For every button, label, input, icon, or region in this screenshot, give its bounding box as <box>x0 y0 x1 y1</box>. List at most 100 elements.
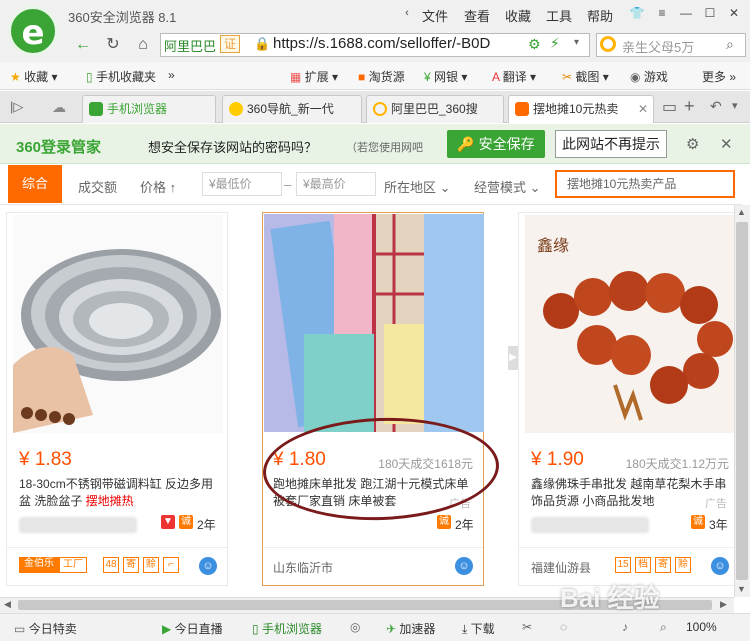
min-price-input[interactable]: ¥最低价 <box>202 172 282 196</box>
today-deals[interactable]: ▭ 今日特卖 <box>14 620 77 637</box>
mode-filter[interactable]: 经营模式 ⌄ <box>474 177 541 196</box>
cloud-icon[interactable]: ☁ <box>52 99 66 116</box>
menu-favorites[interactable]: 收藏 <box>505 6 531 25</box>
save-password-button[interactable]: 🔑 安全保存 <box>447 130 545 158</box>
scroll-up-icon[interactable]: ▲ <box>737 207 746 217</box>
zoom-icon[interactable]: ⌕ <box>660 620 667 635</box>
settings-icon[interactable]: ⚙ <box>686 135 699 153</box>
search-engine-icon[interactable] <box>600 36 616 52</box>
product-title[interactable]: 18-30cm不锈钢带磁调料缸 反边多用盆 洗脸盆子 摆地摊热 <box>19 476 219 510</box>
speaker-icon[interactable]: ♪ <box>622 620 628 634</box>
chat-icon[interactable]: ☺ <box>199 557 217 575</box>
minimize-icon[interactable]: — <box>675 4 697 22</box>
product-card[interactable]: ¥ 1.83 18-30cm不锈钢带磁调料缸 反边多用盆 洗脸盆子 摆地摊热 ▼… <box>6 212 228 586</box>
service-badge: 赊 <box>675 557 691 573</box>
restore-tab-icon[interactable]: ↶ <box>710 98 722 115</box>
menu-icon[interactable]: ≡ <box>651 4 673 22</box>
today-live-label: 今日直播 <box>174 622 223 636</box>
phone-icon: ▯ <box>86 70 93 84</box>
product-title[interactable]: 鑫缘佛珠手串批发 越南草花梨木手串饰品货源 小商品批发地 <box>531 476 731 510</box>
bookmark-mobile[interactable]: ▯ 手机收藏夹 <box>86 68 156 85</box>
region-filter[interactable]: 所在地区 ⌄ <box>384 177 451 196</box>
product-card[interactable]: 鑫缘 ¥ 1.90 180天成交1.12万元 鑫缘佛珠手串批发 越南草花梨木手串… <box>518 212 740 586</box>
speed-icon[interactable]: ⚡ <box>550 35 560 52</box>
scroll-right-icon[interactable]: ▶ <box>720 599 727 610</box>
plus-icon <box>229 102 243 116</box>
max-price-input[interactable]: ¥最高价 <box>296 172 376 196</box>
ad-label: 广告 <box>705 498 727 510</box>
back-icon[interactable]: ← <box>72 34 94 56</box>
chat-icon[interactable]: ☺ <box>455 557 473 575</box>
accelerator[interactable]: ✈ 加速器 <box>386 620 435 637</box>
product-search-input[interactable]: 摆地摊10元热卖产品 <box>555 170 735 198</box>
cert-badge[interactable]: 证 <box>220 35 240 53</box>
maximize-icon[interactable]: ☐ <box>699 4 721 22</box>
bookmark-translate[interactable]: A 翻译 ▾ <box>492 68 536 85</box>
tab-label: 手机浏览器 <box>107 102 168 116</box>
carousel-next-icon[interactable]: ▶ <box>508 346 518 370</box>
sort-volume[interactable]: 成交额 <box>78 177 117 196</box>
tab-list-icon[interactable]: ▭ <box>662 97 677 117</box>
vertical-scroll-thumb[interactable] <box>736 222 748 580</box>
save-password-label: 安全保存 <box>478 136 535 152</box>
menu-file[interactable]: 文件 <box>422 6 448 25</box>
dropdown-icon[interactable]: ▾ <box>574 37 579 48</box>
product-image[interactable] <box>13 215 223 433</box>
phone-icon <box>89 102 103 116</box>
bookmark-games[interactable]: ◉ 游戏 <box>630 68 668 85</box>
bookmark-more-arrow[interactable]: » <box>168 68 175 82</box>
tab-360-nav[interactable]: 360导航_新一代 <box>222 95 362 123</box>
search-icon[interactable]: ⌕ <box>726 36 734 53</box>
today-live[interactable]: ▶ 今日直播 <box>162 620 223 637</box>
bookmark-extensions[interactable]: ▦ 扩展 ▾ <box>290 68 338 85</box>
url-text[interactable]: https://s.1688.com/selloffer/-B0D <box>273 35 490 52</box>
member-years: 2年 <box>455 518 474 532</box>
menu-view[interactable]: 查看 <box>464 6 490 25</box>
home-icon[interactable]: ⌂ <box>132 34 154 56</box>
app-title: 360安全浏览器 8.1 <box>68 10 177 25</box>
tab-current[interactable]: 摆地摊10元热卖 ✕ <box>508 95 654 123</box>
security-icon[interactable]: ⚙ <box>528 36 541 53</box>
never-remind-button[interactable]: 此网站不再提示 <box>555 130 667 158</box>
scissors-icon[interactable]: ✂ <box>522 620 532 634</box>
menu-help[interactable]: 帮助 <box>587 6 613 25</box>
bookmark-bank[interactable]: ¥ 网银 ▾ <box>424 68 467 85</box>
menu-tools[interactable]: 工具 <box>546 6 572 25</box>
scroll-left-icon[interactable]: ◀ <box>4 599 11 610</box>
tab-close-icon[interactable]: ✕ <box>638 96 648 122</box>
star-icon: ★ <box>10 70 21 84</box>
shop-icon: ■ <box>358 70 366 84</box>
compat-icon[interactable]: ◎ <box>350 620 360 634</box>
product-image[interactable]: 鑫缘 <box>525 215 735 433</box>
sort-price-label: 价格 <box>140 180 167 195</box>
refresh-icon[interactable]: ↻ <box>102 34 124 56</box>
bookmark-screenshot[interactable]: ✂ 截图 ▾ <box>562 68 609 85</box>
bookmark-more[interactable]: 更多 » <box>702 68 736 85</box>
chat-icon[interactable]: ☺ <box>711 557 729 575</box>
new-tab-icon[interactable]: + <box>684 96 695 117</box>
downloads-label: 下载 <box>470 622 495 636</box>
sort-price[interactable]: 价格 ↑ <box>140 177 176 196</box>
password-manager-brand: 360登录管家 <box>16 139 102 156</box>
scroll-down-icon[interactable]: ▼ <box>737 584 746 594</box>
product-image[interactable] <box>264 214 484 432</box>
downloads[interactable]: ⤓ 下载 <box>462 620 495 637</box>
close-icon[interactable]: ✕ <box>723 4 745 22</box>
tab-menu-icon[interactable]: ▾ <box>732 99 738 112</box>
chevron-left-icon[interactable]: ‹ <box>396 4 418 22</box>
bookmark-favorites[interactable]: ★ 收藏 ▾ <box>10 68 57 85</box>
bookmark-taohuoyuan[interactable]: ■ 淘货源 <box>358 68 405 85</box>
close-icon[interactable]: ✕ <box>720 135 733 153</box>
zoom-level[interactable]: 100% <box>686 620 717 634</box>
sort-default[interactable]: 综合 <box>8 165 62 203</box>
product-card[interactable]: ¥ 1.80 180天成交1618元 跑地摊床单批发 跑江湖十元模式床单被套厂家… <box>262 212 484 586</box>
tab-alibaba[interactable]: 阿里巴巴_360搜 <box>366 95 504 123</box>
tab-mobile-browser[interactable]: 手机浏览器 <box>82 95 216 123</box>
browser-logo-icon: e <box>8 6 58 56</box>
sidebar-toggle-icon[interactable]: |▷ <box>10 99 23 115</box>
blurred-shop-name <box>531 517 649 533</box>
mobile-browser-link[interactable]: ▯ 手机浏览器 <box>252 620 322 637</box>
status-bar <box>0 613 750 641</box>
clean-icon[interactable]: ◌ <box>560 620 567 634</box>
skin-icon[interactable]: 👕 <box>626 4 648 22</box>
